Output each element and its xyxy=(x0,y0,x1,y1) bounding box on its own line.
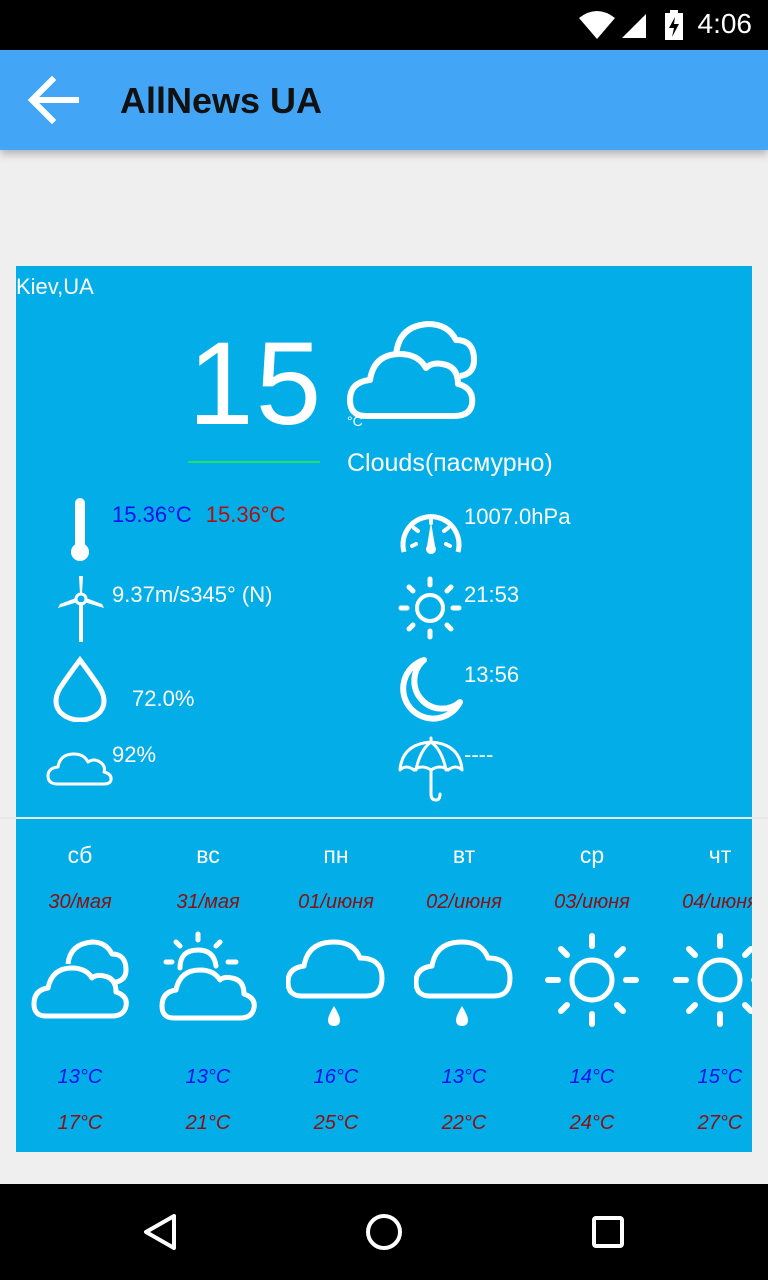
forecast-date: 31/мая xyxy=(176,891,240,913)
sunrise-time: 21:53 xyxy=(464,582,520,607)
temperature-underline xyxy=(188,461,320,463)
app-bar: AllNews UA xyxy=(0,50,768,150)
forecast-day: сб 30/мая 13°C 17°C xyxy=(16,820,144,1152)
signal-icon xyxy=(622,14,646,38)
rain-cloud-icon xyxy=(414,939,513,1026)
forecast-max-temp: 25°C xyxy=(313,1112,359,1134)
forecast-date: 03/июня xyxy=(554,891,630,913)
humidity-drop-icon xyxy=(53,656,107,722)
forecast-max-temp: 24°C xyxy=(569,1112,615,1134)
city-name: Kiev,UA xyxy=(16,274,94,299)
forecast-min-temp: 13°C xyxy=(57,1066,103,1088)
temperature-range: 15.36°C 15.36°C xyxy=(112,502,286,528)
forecast-min-temp: 14°C xyxy=(569,1066,615,1088)
sun-icon xyxy=(673,933,752,1027)
pressure-value: 1007.0hPa xyxy=(464,504,571,529)
forecast-max-temp: 27°C xyxy=(697,1112,743,1134)
sunrise-icon xyxy=(398,576,462,640)
navigation-bar xyxy=(0,1184,768,1280)
humidity-value: 72.0% xyxy=(132,686,195,711)
forecast-min-temp: 13°C xyxy=(185,1066,231,1088)
forecast-min-temp: 13°C xyxy=(441,1066,487,1088)
forecast-day-name: чт xyxy=(708,842,732,868)
min-temperature: 15.36°C xyxy=(112,502,192,527)
forecast-day: пн 01/июня 16°C 25°C xyxy=(272,820,400,1152)
forecast-date: 30/мая xyxy=(48,891,112,913)
wind-turbine-icon xyxy=(58,576,104,642)
cloudiness-icon xyxy=(46,752,113,786)
forecast-date: 04/июня xyxy=(682,891,752,913)
forecast-day-name: вс xyxy=(196,842,220,868)
recents-nav-icon[interactable] xyxy=(588,1212,628,1252)
back-arrow-icon[interactable] xyxy=(26,74,82,126)
forecast-day-name: пн xyxy=(323,842,349,868)
cloud-icon xyxy=(347,321,477,419)
thermometer-icon xyxy=(71,498,89,561)
umbrella-icon xyxy=(398,736,464,802)
cloudiness-value: 92% xyxy=(112,742,157,767)
current-temperature: 15 xyxy=(188,318,324,450)
status-bar: 4:06 xyxy=(0,0,768,50)
section-divider xyxy=(0,817,768,819)
forecast-date: 02/июня xyxy=(426,891,502,913)
wifi-icon xyxy=(579,11,615,39)
forecast-max-temp: 17°C xyxy=(57,1112,103,1134)
forecast-date: 01/июня xyxy=(298,891,374,913)
max-temperature: 15.36°C xyxy=(205,502,286,527)
forecast-max-temp: 22°C xyxy=(441,1112,487,1134)
forecast-min-temp: 16°C xyxy=(313,1066,359,1088)
forecast-day: вс 31/мая 13°C 21°C xyxy=(144,820,272,1152)
forecast-day-name: сб xyxy=(67,842,93,868)
weather-description: Clouds(пасмурно) xyxy=(347,449,553,477)
home-nav-icon[interactable] xyxy=(364,1212,404,1252)
forecast-strip[interactable]: сб 30/мая 13°C 17°C вс 31/мая 13°C 21°C … xyxy=(16,820,752,1152)
battery-icon xyxy=(665,10,683,40)
moon-icon xyxy=(400,657,463,722)
sun-icon xyxy=(545,933,639,1027)
back-nav-icon[interactable] xyxy=(140,1212,180,1252)
status-time: 4:06 xyxy=(697,8,753,39)
wind-value: 9.37m/s345° (N) xyxy=(112,582,273,607)
forecast-day: чт 04/июня 15°C 27°C xyxy=(656,820,752,1152)
forecast-day-name: ср xyxy=(579,842,605,868)
cloud-icon xyxy=(31,939,129,1019)
forecast-max-temp: 21°C xyxy=(185,1112,231,1134)
barometer-icon xyxy=(400,514,462,554)
partly-cloudy-icon xyxy=(159,931,257,1021)
rain-cloud-icon xyxy=(286,939,385,1026)
precipitation-value: ---- xyxy=(464,742,494,767)
forecast-day: вт 02/июня 13°C 22°C xyxy=(400,820,528,1152)
app-title: AllNews UA xyxy=(120,80,323,121)
forecast-day-name: вт xyxy=(452,842,476,868)
forecast-day: ср 03/июня 14°C 24°C xyxy=(528,820,656,1152)
sunset-time: 13:56 xyxy=(464,662,520,687)
forecast-min-temp: 15°C xyxy=(697,1066,743,1088)
